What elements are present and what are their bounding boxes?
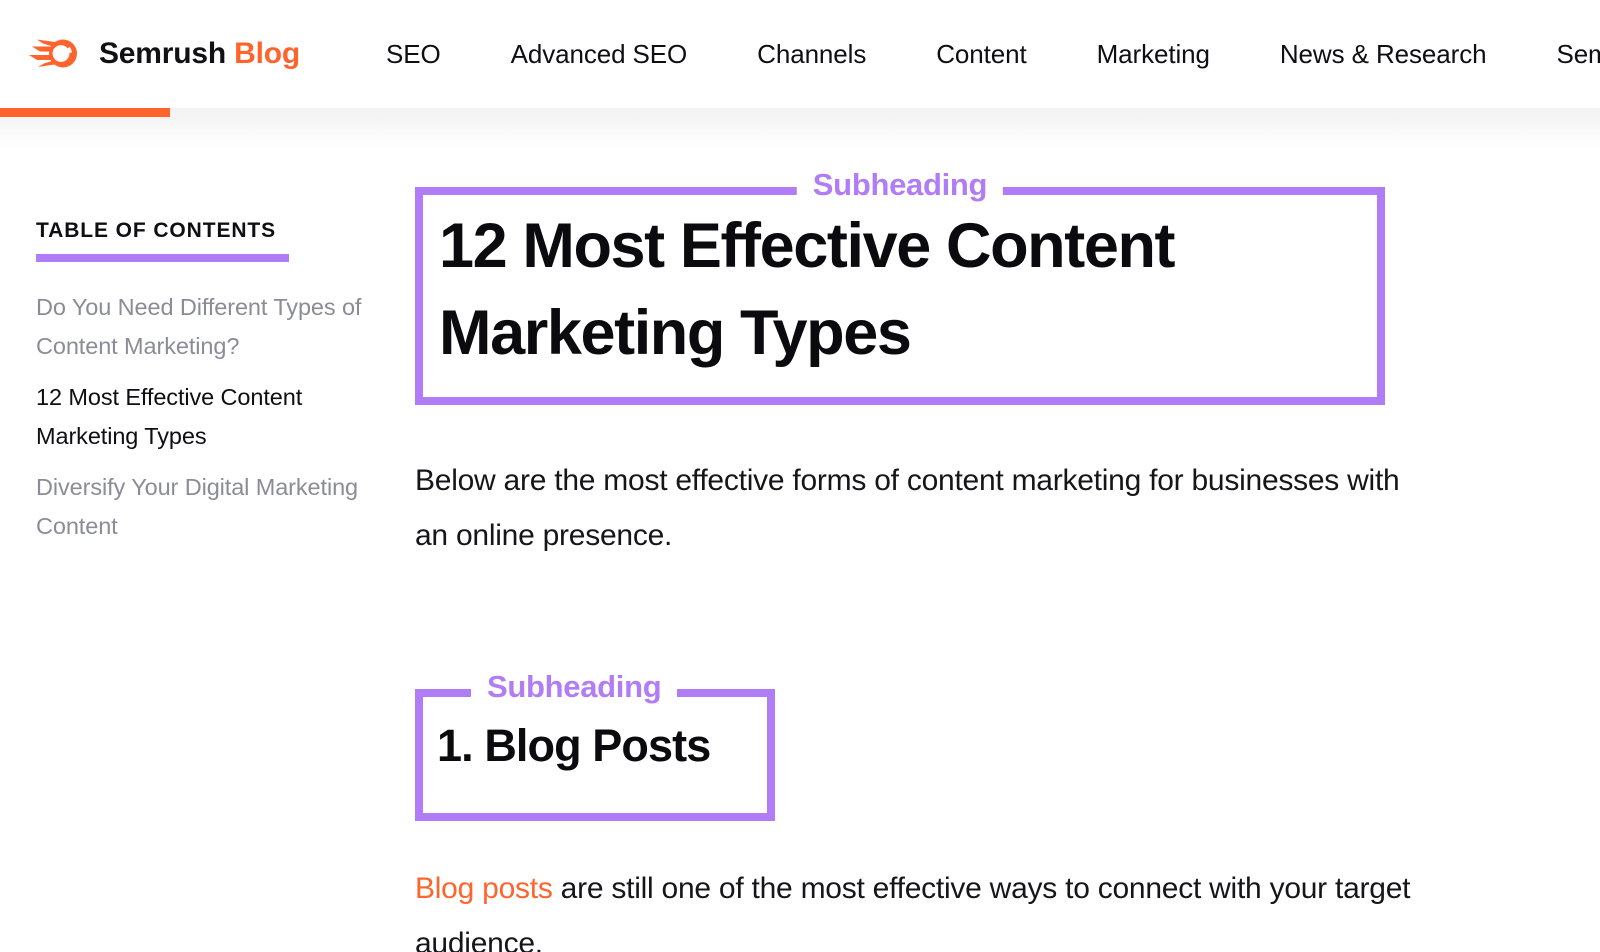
brand-name: Semrush (99, 37, 226, 70)
body-paragraph-rest: are still one of the most effective ways… (415, 872, 1411, 952)
nav-item-channels[interactable]: Channels (722, 41, 901, 67)
brand-wordmark: Semrush Blog (99, 39, 300, 69)
body-paragraph: Blog posts are still one of the most eff… (415, 861, 1505, 952)
nav-item-content[interactable]: Content (901, 41, 1061, 67)
nav-item-news-research[interactable]: News & Research (1245, 41, 1522, 67)
header-shadow (0, 117, 1600, 151)
nav-item-semrush[interactable]: Semrush (1521, 41, 1600, 67)
blog-posts-link[interactable]: Blog posts (415, 872, 553, 905)
nav-item-marketing[interactable]: Marketing (1062, 41, 1245, 67)
semrush-comet-logo-icon (29, 39, 77, 68)
reading-progress-track (0, 108, 1600, 117)
content-area: TABLE OF CONTENTS Do You Need Different … (0, 117, 1600, 952)
article-subheading: 1. Blog Posts (437, 720, 711, 771)
sub-subheading-callout: Subheading 1. Blog Posts (415, 671, 775, 821)
toc-item-do-you-need-different-types[interactable]: Do You Need Different Types of Content M… (36, 288, 386, 366)
toc-list: Do You Need Different Types of Content M… (36, 288, 386, 546)
toc-item-12-most-effective[interactable]: 12 Most Effective Content Marketing Type… (36, 378, 386, 456)
toc-underline (36, 254, 289, 262)
brand-logo-link[interactable]: Semrush Blog (28, 34, 300, 74)
nav-item-seo[interactable]: SEO (386, 41, 476, 67)
toc-title: TABLE OF CONTENTS (36, 219, 277, 242)
sub-callout-label: Subheading (471, 671, 678, 702)
page-root: Semrush Blog SEO Advanced SEO Channels C… (0, 0, 1600, 952)
brand-section: Blog (234, 37, 300, 70)
hero-subheading-callout: Subheading 12 Most Effective Content Mar… (415, 169, 1385, 405)
toc-item-diversify-your-digital[interactable]: Diversify Your Digital Marketing Content (36, 468, 386, 546)
main-navigation: SEO Advanced SEO Channels Content Market… (386, 41, 1600, 67)
hero-callout-label: Subheading (796, 169, 1004, 200)
table-of-contents: TABLE OF CONTENTS Do You Need Different … (36, 220, 386, 558)
article-body: Subheading 12 Most Effective Content Mar… (415, 117, 1555, 952)
nav-item-advanced-seo[interactable]: Advanced SEO (476, 41, 723, 67)
lead-paragraph: Below are the most effective forms of co… (415, 464, 1400, 552)
site-header: Semrush Blog SEO Advanced SEO Channels C… (0, 0, 1600, 108)
reading-progress-fill (0, 108, 170, 117)
article-heading: 12 Most Effective Content Marketing Type… (439, 211, 1176, 368)
